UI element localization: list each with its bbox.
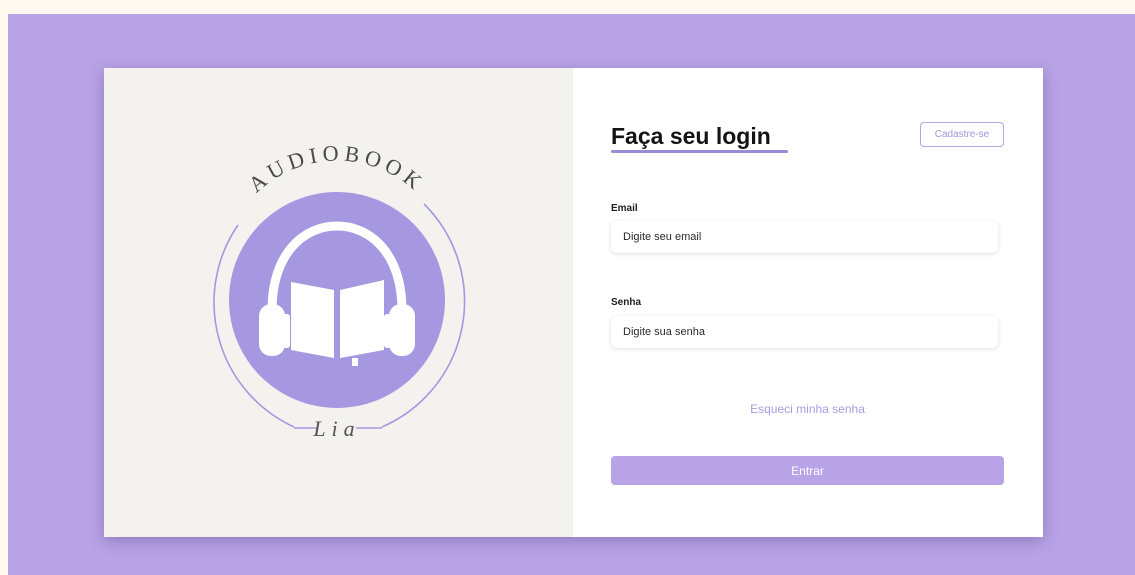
password-label: Senha bbox=[611, 297, 642, 308]
brand-panel: AUDIOBOOK Lia bbox=[104, 68, 573, 537]
signup-button[interactable]: Cadastre-se bbox=[920, 122, 1004, 147]
forgot-password-link[interactable]: Esqueci minha senha bbox=[611, 402, 1004, 416]
audiobook-logo: AUDIOBOOK Lia bbox=[213, 140, 466, 441]
login-form-panel: Faça seu login Cadastre-se Email Senha E… bbox=[573, 68, 1043, 537]
email-label: Email bbox=[611, 203, 638, 214]
login-card: AUDIOBOOK Lia Faça seu login Cadastre-se… bbox=[104, 68, 1043, 537]
logo-bottom-text: Lia bbox=[312, 416, 360, 441]
password-field[interactable] bbox=[611, 316, 998, 348]
logo-top-text: AUDIOBOOK bbox=[243, 140, 430, 197]
login-button[interactable]: Entrar bbox=[611, 456, 1004, 485]
title-underline bbox=[611, 150, 788, 153]
email-field[interactable] bbox=[611, 221, 998, 253]
page-title: Faça seu login bbox=[611, 123, 771, 149]
